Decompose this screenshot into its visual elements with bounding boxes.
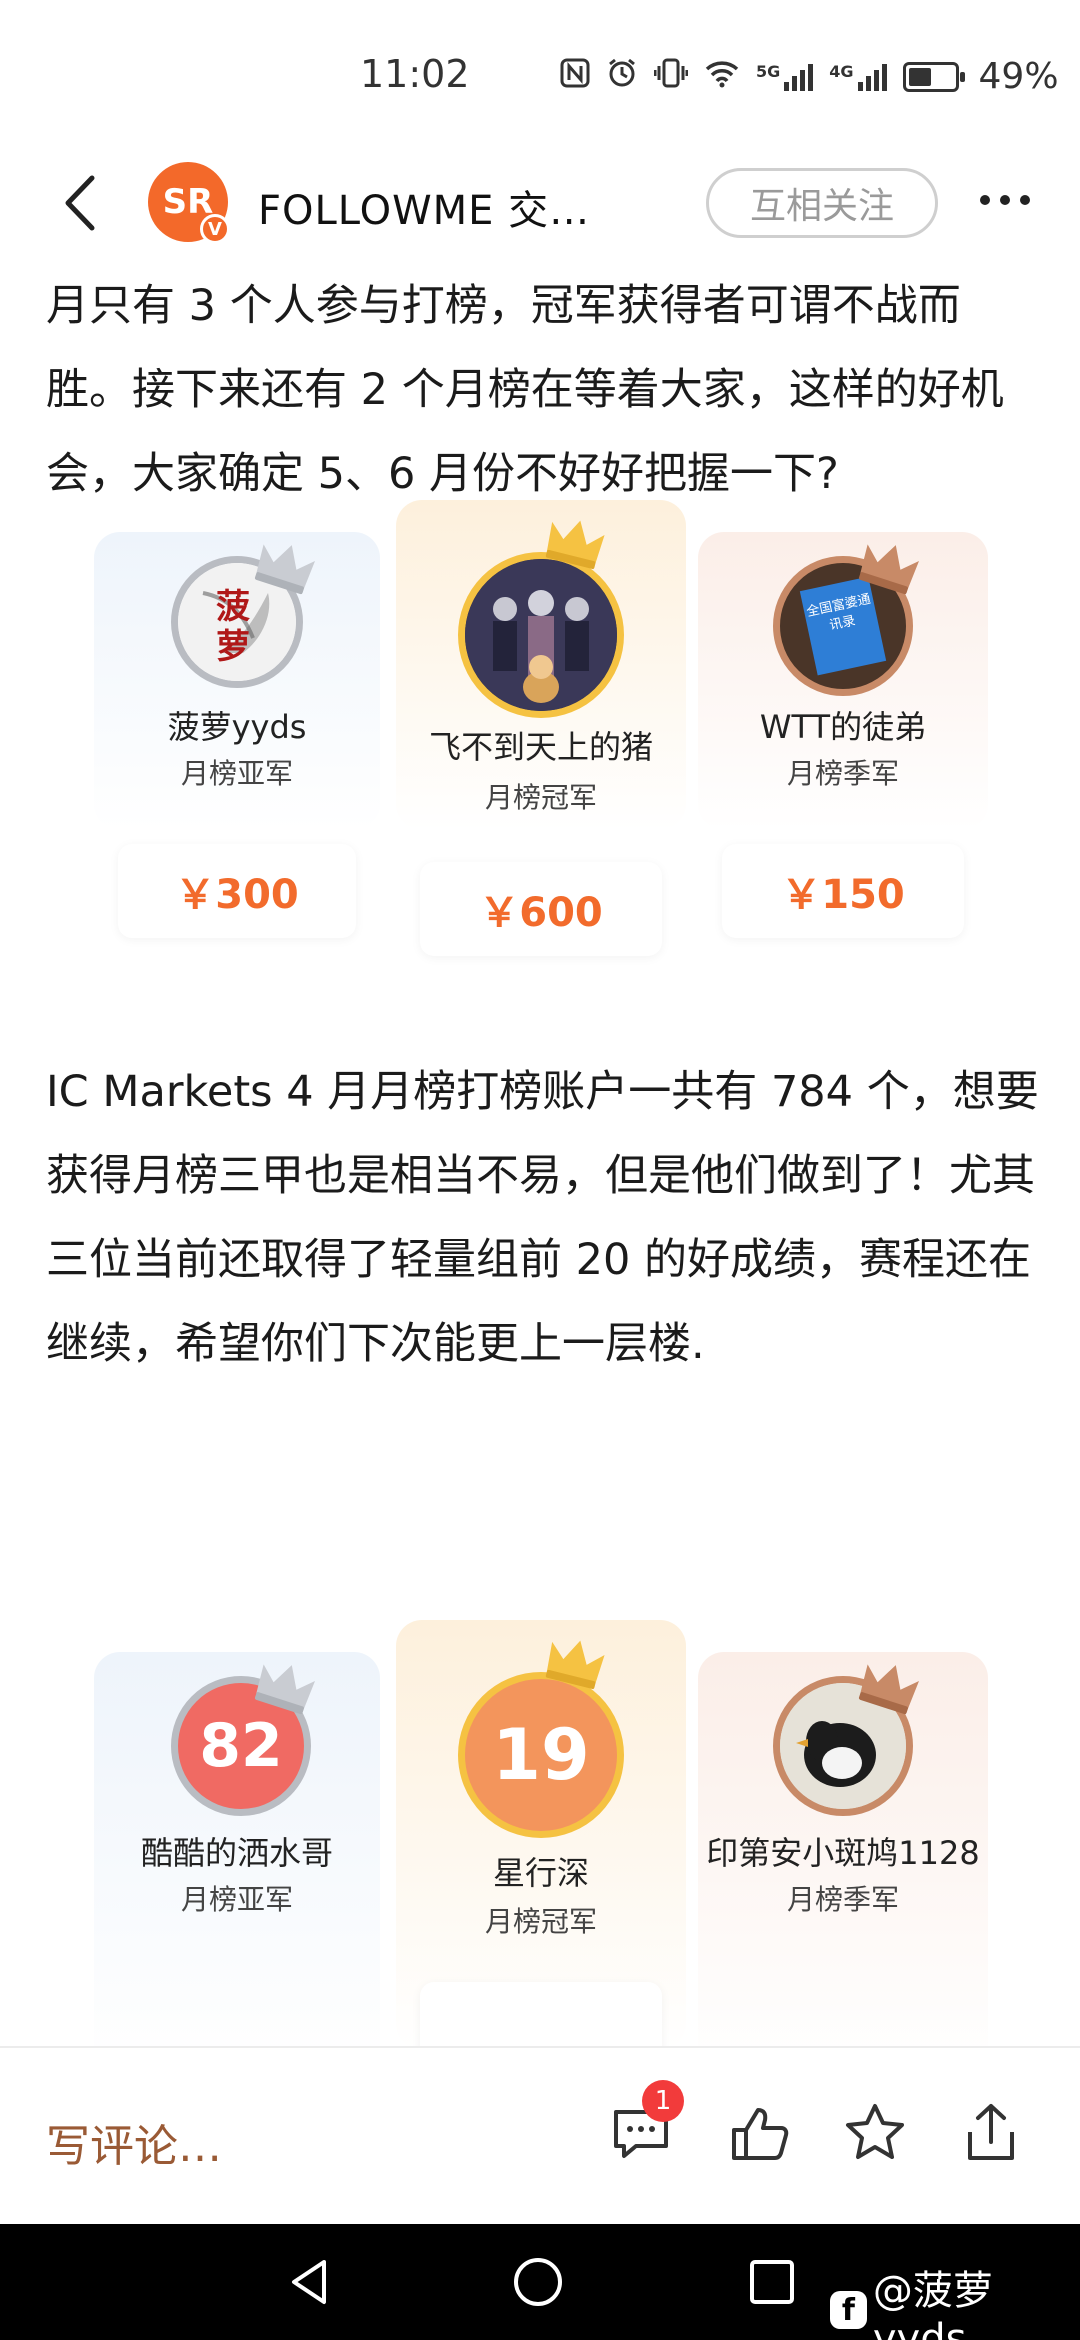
star-icon	[846, 2104, 904, 2159]
system-nav-bar: f @菠萝yyds	[0, 2224, 1080, 2340]
comment-input[interactable]: 写评论…	[46, 2110, 222, 2174]
nav-back-button[interactable]	[282, 2254, 338, 2314]
thumbs-up-icon	[732, 2108, 789, 2160]
rank-name: 印第安小斑鸠1128	[706, 1834, 980, 1872]
prize-box-empty	[420, 1982, 662, 2050]
rank-label: 月榜季军	[786, 757, 899, 790]
back-arrow-icon	[65, 175, 95, 231]
watermark: f @菠萝yyds	[830, 2258, 1080, 2340]
rank-card-first[interactable]: 19 星行深 月榜冠军	[396, 1620, 686, 2050]
paragraph-1: 月只有 3 个人参与打榜，冠军获得者可谓不战而胜。接下来还有 2 个月榜在等着大…	[46, 281, 1004, 499]
watermark-text: @菠萝yyds	[872, 2268, 993, 2340]
paragraph-2: IC Markets 4 月月榜打榜账户一共有 784 个，想要获得月榜三甲也是…	[46, 1067, 1039, 1369]
rank-card-second[interactable]: 菠 萝 菠萝yyds 月榜亚军 ￥300	[94, 532, 380, 938]
platform-logo-icon: f	[830, 2291, 867, 2329]
nav-recents-button[interactable]	[744, 2254, 800, 2314]
like-button[interactable]	[724, 2098, 794, 2168]
rank-name: 飞不到天上的猪	[428, 728, 653, 766]
status-icons: 5G 4G 49%	[560, 56, 1059, 97]
battery-icon	[902, 61, 965, 92]
comment-count-badge: 1	[642, 2080, 684, 2122]
status-time: 11:02	[360, 52, 470, 96]
svg-text:菠: 菠	[216, 587, 250, 627]
prize-amount: ￥300	[118, 844, 356, 938]
4g-label: 4G	[829, 61, 854, 81]
rank-name: WTT的徒弟	[759, 708, 927, 746]
avatar-number: 82	[199, 1711, 283, 1781]
article-header: SR V FOLLOWME 交… 互相关注	[0, 150, 1080, 270]
rank-label: 月榜季军	[786, 1883, 899, 1916]
5g-label: 5G	[756, 61, 781, 81]
user-avatar	[458, 552, 624, 718]
circle-home-icon	[514, 2258, 562, 2306]
comments-button[interactable]: 1	[606, 2080, 684, 2168]
rank-card-third[interactable]: 印第安小斑鸠1128 月榜季军	[698, 1652, 988, 2050]
prize-amount: ￥150	[722, 844, 964, 938]
rank-label: 月榜冠军	[484, 781, 597, 814]
verified-badge: V	[200, 214, 230, 244]
4g-signal-icon: 4G	[829, 61, 887, 92]
rank-card-second[interactable]: 82 酷酷的洒水哥 月榜亚军	[94, 1652, 380, 2050]
book-cover: 全国富婆通讯录	[799, 576, 887, 676]
share-icon	[968, 2104, 1014, 2160]
author-name[interactable]: FOLLOWME 交…	[258, 178, 590, 236]
rank-label: 月榜亚军	[180, 1883, 293, 1916]
rank-label: 月榜冠军	[484, 1905, 597, 1938]
square-recents-icon	[750, 2260, 794, 2304]
battery-fill	[908, 67, 931, 86]
nav-home-button[interactable]	[510, 2254, 566, 2314]
favorite-button[interactable]	[840, 2098, 910, 2168]
rank-name: 菠萝yyds	[167, 708, 307, 746]
5g-signal-icon: 5G	[756, 61, 814, 92]
wifi-icon	[704, 58, 740, 96]
rank-label: 月榜亚军	[180, 757, 293, 790]
back-button[interactable]	[48, 168, 118, 238]
share-button[interactable]	[956, 2098, 1026, 2168]
svg-text:萝: 萝	[216, 627, 250, 667]
rank-card-third[interactable]: 全国富婆通讯录 WTT的徒弟 月榜季军 ￥150	[698, 532, 988, 938]
prize-amount: ￥600	[420, 862, 662, 956]
crowd-picture-icon	[465, 559, 617, 711]
more-options-icon[interactable]	[970, 180, 1040, 220]
alarm-icon	[606, 57, 638, 97]
ranking-block-2: 82 酷酷的洒水哥 月榜亚军 19 星行深 月榜冠军 印第安小斑鸠1128 月榜…	[94, 1620, 988, 2050]
ranking-block-1: 菠 萝 菠萝yyds 月榜亚军 ￥300 飞不到天上的猪 月榜冠军 ￥600 全…	[94, 500, 988, 956]
user-avatar: 19	[458, 1672, 624, 1838]
bottom-action-bar: 写评论… 1	[0, 2046, 1080, 2224]
mutual-follow-button[interactable]: 互相关注	[706, 168, 938, 238]
battery-percent: 49%	[978, 56, 1059, 97]
nfc-icon	[560, 58, 590, 96]
avatar-number: 19	[492, 1714, 590, 1796]
rank-name: 酷酷的洒水哥	[140, 1834, 333, 1872]
rank-card-first[interactable]: 飞不到天上的猪 月榜冠军 ￥600	[396, 500, 686, 956]
status-bar: 11:02 5G 4G 49%	[0, 0, 1080, 150]
triangle-back-icon	[292, 2260, 326, 2304]
vibrate-icon	[653, 57, 689, 97]
article-body: 是因为交易者对他还不甚了解，所以很遗憾 4 月只有 3 个人参与打榜，冠军获得者…	[0, 270, 1080, 2050]
rank-name: 星行深	[492, 1854, 589, 1892]
author-avatar[interactable]: SR V	[148, 162, 230, 244]
